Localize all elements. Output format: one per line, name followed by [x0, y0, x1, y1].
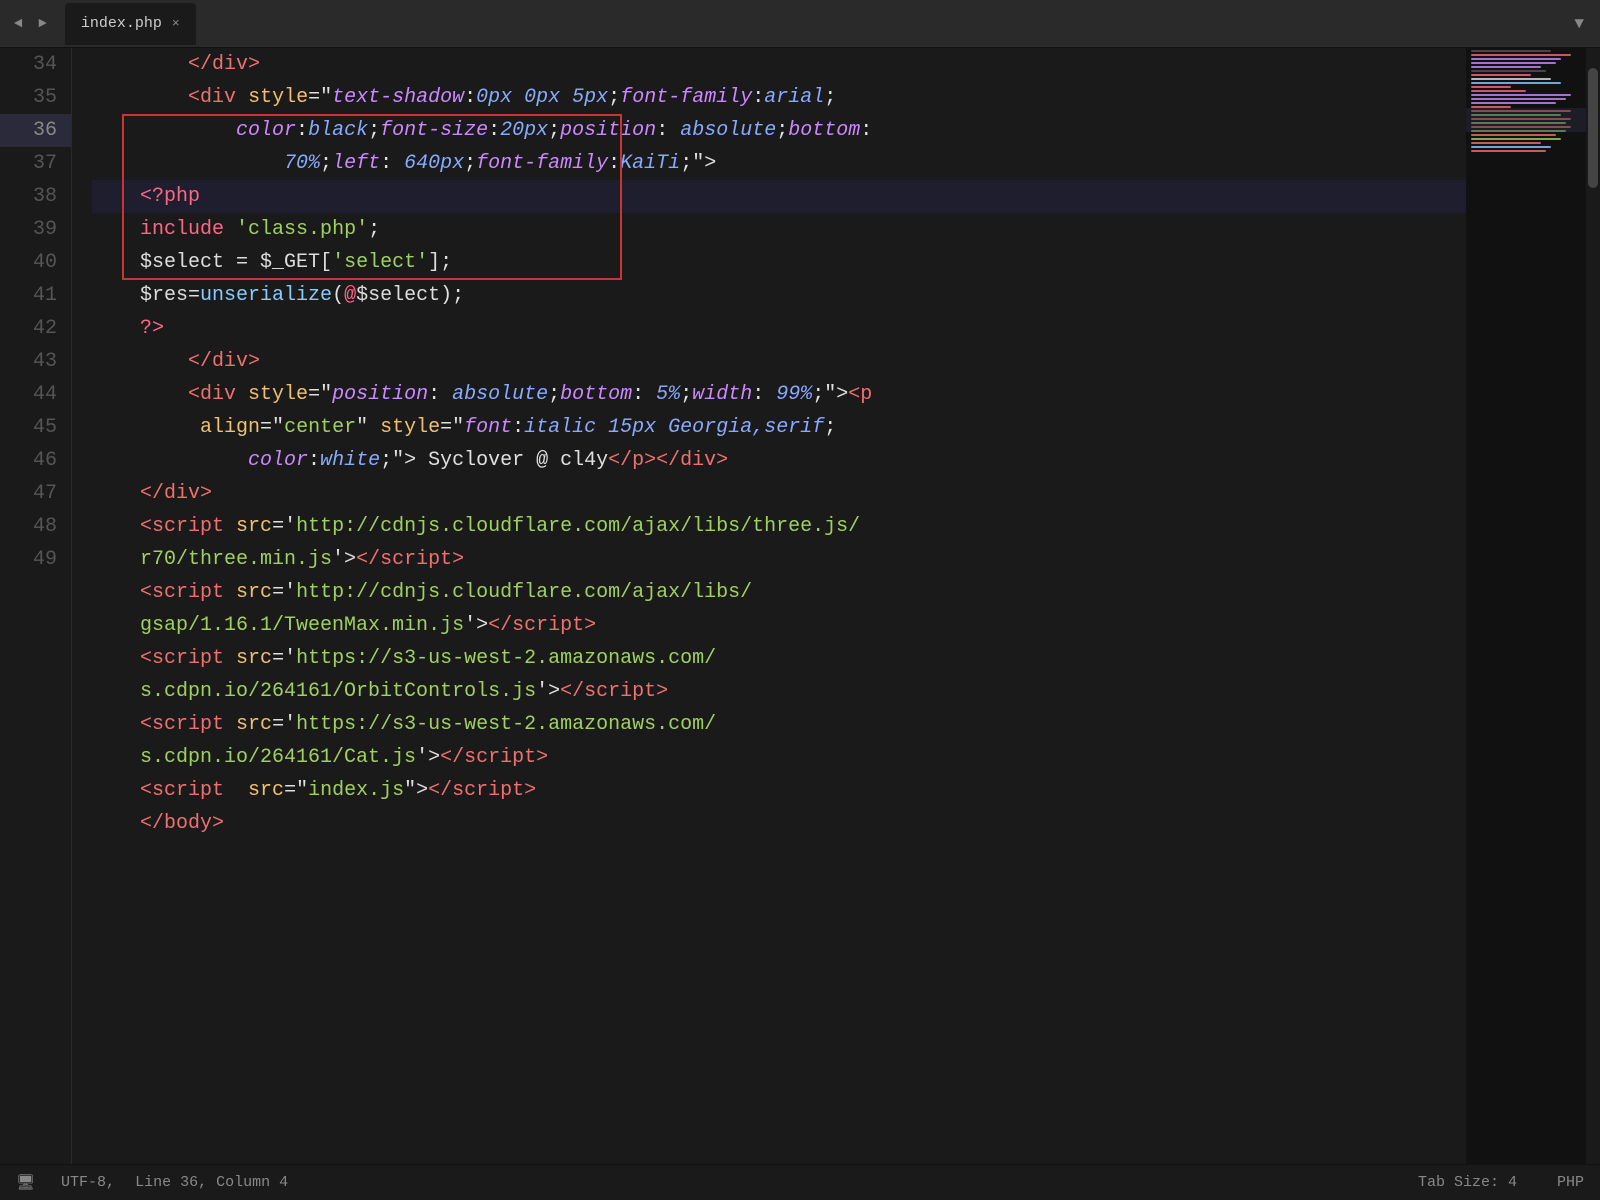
- line-number-46: 46: [0, 444, 71, 477]
- code-line-42: <div style="position: absolute;bottom: 5…: [92, 378, 1466, 411]
- line-number-34: 34: [0, 48, 71, 81]
- line-number-42: 42: [0, 312, 71, 345]
- line-number-41: 41: [0, 279, 71, 312]
- line-number-49: 49: [0, 543, 71, 576]
- code-line-39: $res=unserialize(@$select);: [92, 279, 1466, 312]
- tab-bar: ◄ ► index.php × ▼: [0, 0, 1600, 48]
- code-line-38: $select = $_GET['select'];: [92, 246, 1466, 279]
- status-right: Tab Size: 4 PHP: [1418, 1174, 1584, 1191]
- tab-dropdown-icon[interactable]: ▼: [1574, 15, 1584, 33]
- tab-filename: index.php: [81, 15, 162, 32]
- line-number-45: 45: [0, 411, 71, 444]
- status-bar: 🖥 UTF-8, Line 36, Column 4 Tab Size: 4 P…: [0, 1164, 1600, 1200]
- code-line-46: <script src='https://s3-us-west-2.amazon…: [92, 642, 1466, 675]
- code-line-35: <div style="text-shadow:0px 0px 5px;font…: [92, 81, 1466, 114]
- file-tab[interactable]: index.php ×: [65, 3, 196, 45]
- tab-close-button[interactable]: ×: [172, 16, 180, 31]
- line-number-35: 35: [0, 81, 71, 114]
- line-number-37: 37: [0, 147, 71, 180]
- status-tab-size: Tab Size: 4: [1418, 1174, 1517, 1191]
- code-line-42b: align="center" style="font:italic 15px G…: [92, 411, 1466, 444]
- code-line-37: include 'class.php';: [92, 213, 1466, 246]
- line-number-43: 43: [0, 345, 71, 378]
- minimap-svg: [1466, 48, 1586, 1164]
- code-line-42c: color:white;"> Syclover @ cl4y</p></div>: [92, 444, 1466, 477]
- line-number-40: 40: [0, 246, 71, 279]
- code-line-48: <script src="index.js"></script>: [92, 774, 1466, 807]
- line-number-48: 48: [0, 510, 71, 543]
- code-line-43: </div>: [92, 477, 1466, 510]
- line-number-39: 39: [0, 213, 71, 246]
- code-line-34: </div>: [92, 48, 1466, 81]
- code-line-47b: s.cdpn.io/264161/Cat.js'></script>: [92, 741, 1466, 774]
- editor-container: 34 35 36 37 38 39 40 41 42 43 44 45 46 4…: [0, 48, 1600, 1164]
- nav-arrows: ◄ ►: [8, 12, 53, 36]
- status-encoding: UTF-8,: [61, 1174, 115, 1191]
- code-line-35c: 70%;left: 640px;font-family:KaiTi;">: [92, 147, 1466, 180]
- code-line-35b: color:black;font-size:20px;position: abs…: [92, 114, 1466, 147]
- status-language: PHP: [1557, 1174, 1584, 1191]
- status-position: Line 36, Column 4: [135, 1174, 288, 1191]
- code-line-44: <script src='http://cdnjs.cloudflare.com…: [92, 510, 1466, 543]
- code-line-40: ?>: [92, 312, 1466, 345]
- line-number-44: 44: [0, 378, 71, 411]
- code-line-46b: s.cdpn.io/264161/OrbitControls.js'></scr…: [92, 675, 1466, 708]
- code-line-47: <script src='https://s3-us-west-2.amazon…: [92, 708, 1466, 741]
- code-line-41: </div>: [92, 345, 1466, 378]
- line-numbers: 34 35 36 37 38 39 40 41 42 43 44 45 46 4…: [0, 48, 72, 1164]
- nav-right-arrow[interactable]: ►: [32, 12, 52, 36]
- code-area[interactable]: </div> <div style="text-shadow:0px 0px 5…: [72, 48, 1466, 1164]
- scrollbar[interactable]: [1586, 48, 1600, 1164]
- nav-left-arrow[interactable]: ◄: [8, 12, 28, 36]
- scrollbar-thumb[interactable]: [1588, 68, 1598, 188]
- line-number-36: 36: [0, 114, 71, 147]
- line-number-47: 47: [0, 477, 71, 510]
- code-line-45b: gsap/1.16.1/TweenMax.min.js'></script>: [92, 609, 1466, 642]
- code-line-49: </body>: [92, 807, 1466, 840]
- minimap: [1466, 48, 1586, 1164]
- line-number-38: 38: [0, 180, 71, 213]
- monitor-icon: 🖥: [16, 1173, 35, 1192]
- code-line-36: <?php: [92, 180, 1466, 213]
- code-line-44b: r70/three.min.js'></script>: [92, 543, 1466, 576]
- code-line-45: <script src='http://cdnjs.cloudflare.com…: [92, 576, 1466, 609]
